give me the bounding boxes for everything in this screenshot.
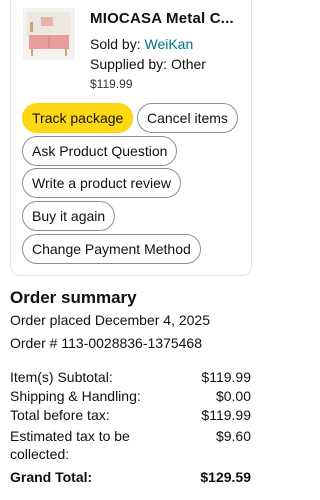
grand-total-value: $129.59	[200, 469, 251, 485]
order-placed-date: December 4, 2025	[94, 312, 211, 328]
order-number-label: Order #	[10, 335, 58, 351]
total-before-tax-row: Total before tax: $119.99	[10, 406, 251, 424]
product-thumbnail[interactable]	[23, 8, 75, 60]
buy-again-button[interactable]: Buy it again	[22, 201, 116, 231]
order-item-card: MIOCASA Metal C... Sold by: WeiKan Suppl…	[10, 0, 252, 276]
subtotal-value: $119.99	[201, 369, 251, 385]
supplied-by: Supplied by: Other	[90, 56, 206, 72]
estimated-tax-value: $9.60	[215, 428, 251, 444]
change-payment-button[interactable]: Change Payment Method	[22, 234, 201, 264]
sold-by-label: Sold by:	[90, 36, 145, 52]
order-placed-label: Order placed	[10, 312, 91, 328]
product-image	[23, 8, 75, 60]
product-title[interactable]: MIOCASA Metal C...	[90, 10, 250, 27]
subtotal-row: Item(s) Subtotal: $119.99	[10, 368, 251, 386]
estimated-tax-label-cont: collected:	[10, 446, 70, 462]
grand-total-row: Grand Total: $129.59	[10, 468, 251, 486]
item-price: $119.99	[90, 77, 133, 91]
write-review-button[interactable]: Write a product review	[22, 168, 182, 198]
track-package-button[interactable]: Track package	[22, 103, 134, 133]
estimated-tax-label: Estimated tax to be	[10, 428, 130, 444]
shipping-label: Shipping & Handling:	[10, 388, 141, 404]
order-summary-heading: Order summary	[10, 288, 137, 307]
total-before-tax-value: $119.99	[201, 407, 251, 423]
subtotal-label: Item(s) Subtotal:	[10, 369, 113, 385]
cancel-items-button[interactable]: Cancel items	[137, 103, 238, 133]
order-placed-line: Order placed December 4, 2025	[10, 312, 210, 328]
shipping-row: Shipping & Handling: $0.00	[10, 387, 251, 405]
estimated-tax-row: Estimated tax to be collected: $9.60	[10, 427, 251, 463]
shipping-value: $0.00	[215, 388, 251, 404]
order-number: 113-0028836-1375468	[61, 335, 203, 351]
grand-total-label: Grand Total:	[10, 469, 93, 485]
seller-link[interactable]: WeiKan	[144, 36, 193, 52]
ask-product-question-button[interactable]: Ask Product Question	[22, 136, 178, 166]
total-before-tax-label: Total before tax:	[10, 407, 110, 423]
sold-by-line: Sold by: WeiKan	[90, 36, 193, 52]
order-number-line: Order # 113-0028836-1375468	[10, 335, 202, 351]
